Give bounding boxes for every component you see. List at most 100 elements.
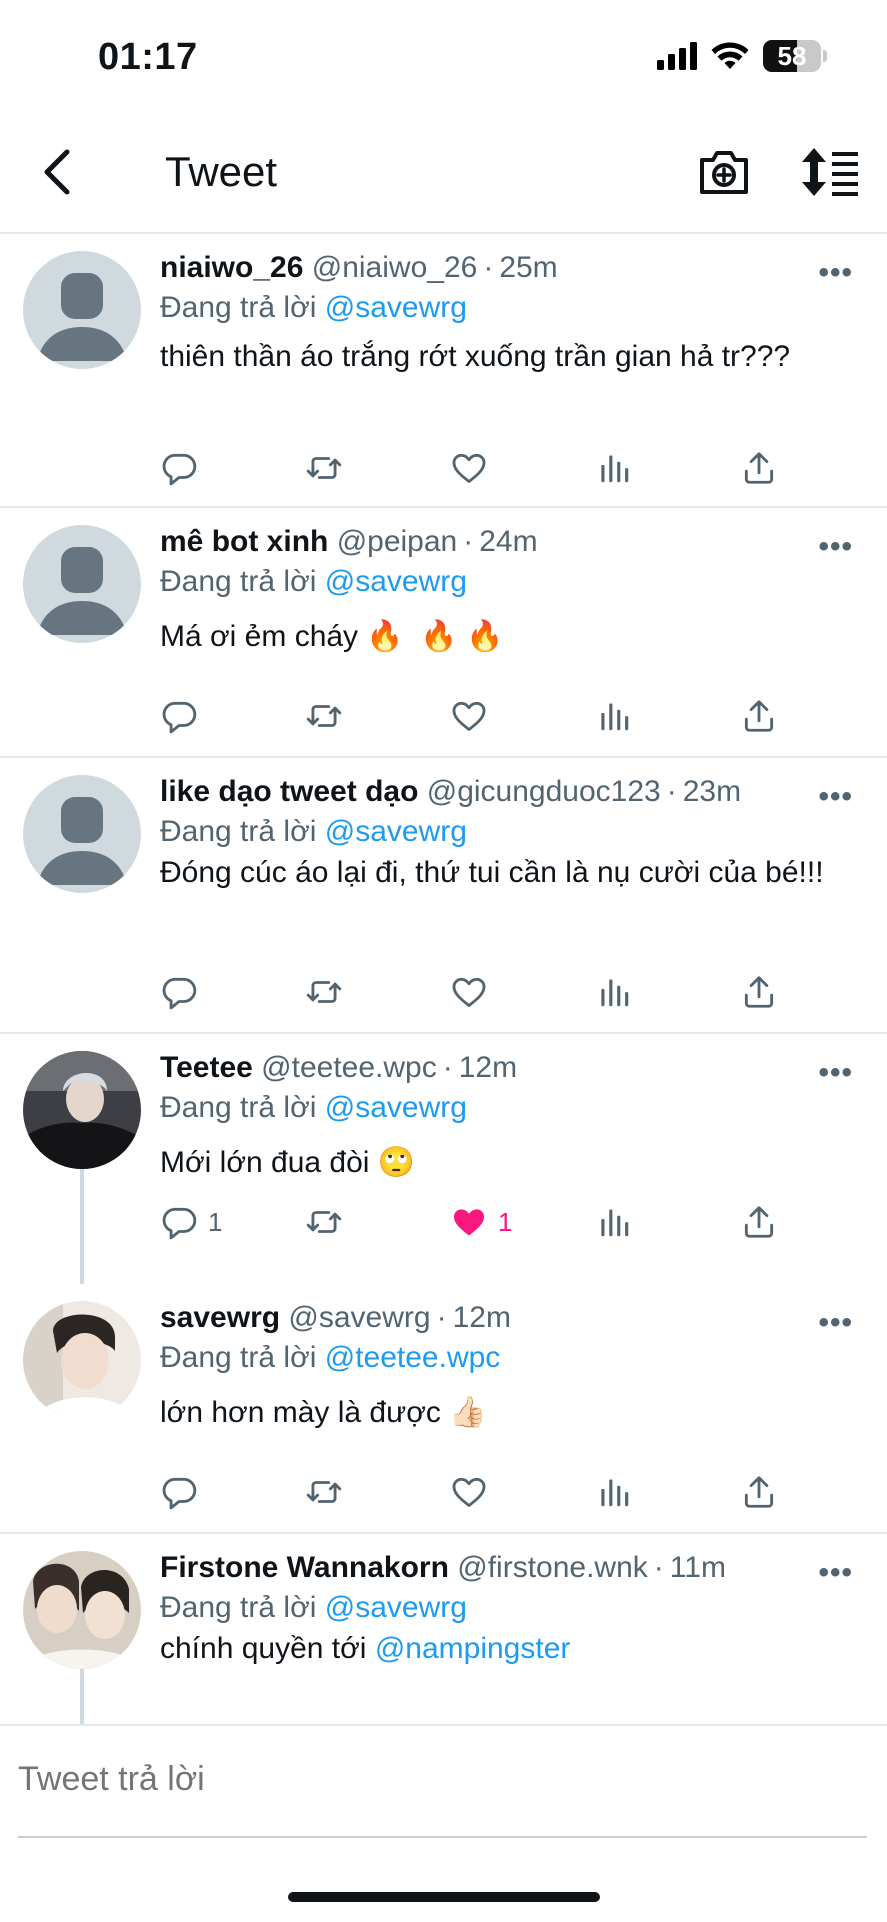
views-button[interactable] xyxy=(595,446,633,490)
avatar[interactable] xyxy=(23,1051,141,1169)
tweet[interactable]: savewrg @savewrg · 12m Đang trả lời @teete… xyxy=(0,1284,887,1534)
username[interactable]: @savewrg xyxy=(288,1301,430,1334)
replying-to-handle[interactable]: @teetee.wpc xyxy=(325,1341,501,1374)
username[interactable]: @niaiwo_26 xyxy=(312,251,478,284)
tweet[interactable]: Firstone Wannakorn @firstone.wnk · 11m Đan… xyxy=(0,1534,887,1724)
mention-link[interactable]: @nampingster xyxy=(375,1632,571,1665)
heart-icon xyxy=(452,453,486,483)
replying-to-handle[interactable]: @savewrg xyxy=(325,1091,467,1124)
home-indicator[interactable] xyxy=(288,1892,600,1902)
display-name[interactable]: like dạo tweet dạo xyxy=(160,775,418,808)
share-button[interactable] xyxy=(740,694,778,738)
display-name[interactable]: Teetee xyxy=(160,1051,253,1084)
username[interactable]: @gicungduoc123 xyxy=(427,775,661,808)
views-button[interactable] xyxy=(595,1200,633,1244)
retweet-button[interactable] xyxy=(305,446,343,490)
display-name[interactable]: Firstone Wannakorn xyxy=(160,1551,449,1584)
heart-icon xyxy=(452,701,486,731)
avatar[interactable] xyxy=(23,1551,141,1669)
replying-to-label: Đang trả lời xyxy=(160,1591,317,1624)
more-button[interactable]: ••• xyxy=(818,1556,853,1590)
tweet-header: Firstone Wannakorn @firstone.wnk · 11m xyxy=(160,1548,853,1588)
default-avatar-icon xyxy=(37,797,127,885)
tweet-actions: 1 1 xyxy=(160,1200,800,1244)
avatar[interactable] xyxy=(23,775,141,893)
tweet-content: savewrg @savewrg · 12m Đang trả lời @teete… xyxy=(160,1298,853,1432)
replying-to-handle[interactable]: @savewrg xyxy=(325,815,467,848)
display-name[interactable]: mê bot xinh xyxy=(160,525,328,558)
thread-line xyxy=(80,1669,84,1724)
back-button[interactable] xyxy=(26,142,86,202)
retweet-button[interactable] xyxy=(305,1200,343,1244)
tweet[interactable]: Teetee @teetee.wpc · 12m Đang trả lời @sav… xyxy=(0,1034,887,1284)
replying-to: Đang trả lời @savewrg xyxy=(160,1588,853,1628)
share-button[interactable] xyxy=(740,970,778,1014)
chevron-left-icon xyxy=(44,149,70,195)
tweet-text: Đóng cúc áo lại đi, thứ tui cần là nụ cư… xyxy=(160,856,824,889)
like-button[interactable] xyxy=(450,694,488,738)
reply-button[interactable] xyxy=(160,1470,198,1514)
views-button[interactable] xyxy=(595,970,633,1014)
share-button[interactable] xyxy=(740,1200,778,1244)
reply-button[interactable] xyxy=(160,694,198,738)
avatar[interactable] xyxy=(23,525,141,643)
more-button[interactable]: ••• xyxy=(818,780,853,814)
reply-button[interactable] xyxy=(160,446,198,490)
profile-photo-icon xyxy=(23,1551,141,1669)
replying-to-handle[interactable]: @savewrg xyxy=(325,565,467,598)
timestamp: 23m xyxy=(682,775,742,808)
retweet-button[interactable] xyxy=(305,1470,343,1514)
like-count: 1 xyxy=(498,1206,513,1237)
retweet-button[interactable] xyxy=(305,970,343,1014)
default-avatar-icon xyxy=(37,547,127,635)
more-button[interactable]: ••• xyxy=(818,530,853,564)
separator-dot: · xyxy=(463,525,474,558)
share-button[interactable] xyxy=(740,1470,778,1514)
tweet[interactable]: mê bot xinh @peipan · 24m Đang trả lời @sa… xyxy=(0,508,887,758)
reply-icon xyxy=(162,1207,197,1240)
like-button[interactable] xyxy=(450,970,488,1014)
reply-button[interactable] xyxy=(160,970,198,1014)
like-button[interactable] xyxy=(450,1470,488,1514)
reply-feed[interactable]: niaiwo_26 @niaiwo_26 · 25m Đang trả lời @s… xyxy=(0,234,887,1724)
replying-to-handle[interactable]: @savewrg xyxy=(325,291,467,324)
username[interactable]: @peipan xyxy=(337,525,458,558)
replying-to-handle[interactable]: @savewrg xyxy=(325,1591,467,1624)
camera-button[interactable] xyxy=(694,142,754,202)
camera-plus-icon xyxy=(700,151,748,194)
reply-icon xyxy=(162,453,197,486)
avatar[interactable] xyxy=(23,1301,141,1419)
tweet-header: mê bot xinh @peipan · 24m xyxy=(160,522,853,562)
views-button[interactable] xyxy=(595,694,633,738)
reply-input[interactable] xyxy=(18,1760,868,1799)
retweet-button[interactable] xyxy=(305,694,343,738)
more-button[interactable]: ••• xyxy=(818,1306,853,1340)
heart-icon xyxy=(452,977,486,1007)
tweet-text: lớn hơn mày là được 👍🏻 xyxy=(160,1396,487,1429)
separator-dot: · xyxy=(653,1551,664,1584)
display-name[interactable]: niaiwo_26 xyxy=(160,251,303,284)
tweet[interactable]: like dạo tweet dạo @gicungduoc123 · 23m Đa… xyxy=(0,758,887,1034)
timestamp: 12m xyxy=(458,1051,518,1084)
like-button[interactable]: 1 xyxy=(450,1200,512,1244)
share-button[interactable] xyxy=(740,446,778,490)
more-icon: ••• xyxy=(818,530,853,563)
tweet[interactable]: niaiwo_26 @niaiwo_26 · 25m Đang trả lời @s… xyxy=(0,234,887,508)
display-name[interactable]: savewrg xyxy=(160,1301,280,1334)
sort-icon xyxy=(802,148,858,196)
username[interactable]: @teetee.wpc xyxy=(261,1051,437,1084)
tweet-text-body: chính quyền tới xyxy=(160,1632,367,1665)
sort-button[interactable] xyxy=(798,142,862,202)
avatar[interactable] xyxy=(23,251,141,369)
more-button[interactable]: ••• xyxy=(818,1056,853,1090)
more-button[interactable]: ••• xyxy=(818,256,853,290)
reply-icon xyxy=(162,1477,197,1510)
like-button[interactable] xyxy=(450,446,488,490)
timestamp: 12m xyxy=(452,1301,511,1334)
tweet-actions xyxy=(160,446,800,490)
views-icon xyxy=(601,1209,629,1237)
replying-to-label: Đang trả lời xyxy=(160,1341,317,1374)
username[interactable]: @firstone.wnk xyxy=(457,1551,648,1584)
views-button[interactable] xyxy=(595,1470,633,1514)
reply-button[interactable]: 1 xyxy=(160,1200,222,1244)
